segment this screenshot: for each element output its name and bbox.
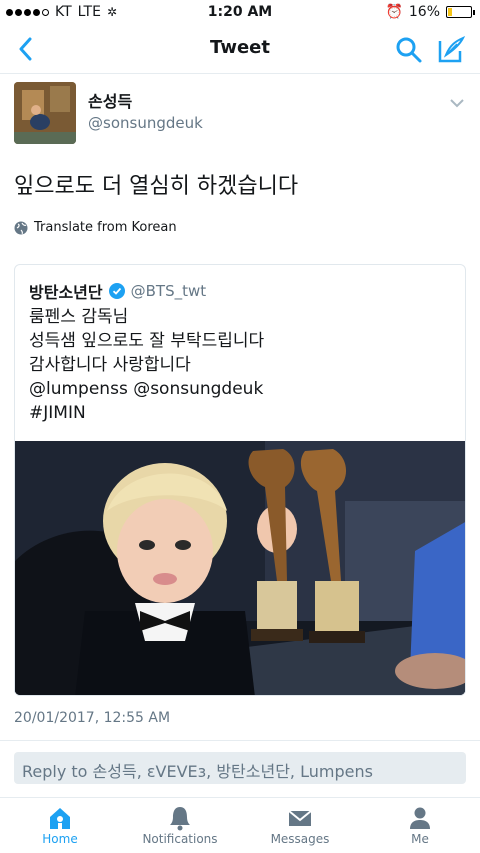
tweet-options-button[interactable] — [448, 94, 466, 112]
status-right: ⏰ 16% — [385, 4, 475, 20]
author-name[interactable]: 손성득 — [88, 88, 132, 112]
person-icon — [410, 807, 430, 829]
battery-fill — [448, 8, 452, 16]
translate-link[interactable]: Translate from Korean — [14, 220, 177, 235]
alarm-icon: ⏰ — [385, 4, 403, 20]
home-icon — [50, 808, 70, 829]
author-handle[interactable]: @sonsungdeuk — [88, 114, 203, 132]
tweet-author[interactable]: 손성득 @sonsungdeuk — [14, 82, 466, 146]
photo-illustration — [15, 441, 465, 695]
tweet-timestamp: 20/01/2017, 12:55 AM — [14, 710, 171, 726]
quoted-author-handle: @BTS_twt — [130, 282, 207, 300]
reply-input[interactable]: Reply to 손성득, εVEVEз, 방탄소년단, Lumpens — [14, 752, 466, 784]
quoted-line: 성득샘 잎으로도 잘 부탁드립니다 — [29, 331, 265, 351]
battery-icon — [446, 6, 475, 18]
tab-messages[interactable]: Messages — [240, 798, 360, 853]
quoted-line: @lumpenss @sonsungdeuk — [29, 379, 264, 399]
divider — [0, 740, 480, 741]
search-icon — [396, 37, 422, 63]
tab-label: Me — [411, 832, 429, 846]
tab-label: Messages — [270, 832, 330, 846]
verified-badge-icon — [108, 283, 125, 299]
nav-bar: Tweet — [0, 24, 480, 74]
quoted-author-name: 방탄소년단 — [29, 283, 103, 302]
quoted-tweet-header: 방탄소년단 @BTS_twt — [29, 279, 206, 303]
quoted-line: 룸펜스 감독님 — [29, 307, 129, 327]
tab-home[interactable]: Home — [0, 798, 120, 853]
chevron-down-icon — [450, 99, 464, 108]
search-button[interactable] — [394, 35, 424, 65]
tab-notifications[interactable]: Notifications — [120, 798, 240, 853]
avatar-photo — [14, 82, 76, 144]
quoted-tweet-text: 룸펜스 감독님 성득샘 잎으로도 잘 부탁드립니다 감사합니다 사랑합니다 @l… — [29, 305, 264, 425]
avatar[interactable] — [14, 82, 76, 144]
tab-label: Home — [42, 832, 78, 846]
compose-button[interactable] — [436, 35, 466, 65]
quoted-line: #JIMIN — [29, 403, 86, 423]
battery-percent: 16% — [408, 4, 440, 20]
translate-label: Translate from Korean — [34, 220, 177, 235]
tab-label: Notifications — [142, 832, 218, 846]
envelope-icon — [288, 810, 312, 826]
quoted-line: 감사합니다 사랑합니다 — [29, 355, 191, 375]
status-bar: KT LTE ✲ 1:20 AM ⏰ 16% — [0, 0, 480, 24]
quoted-tweet-photo[interactable] — [15, 441, 465, 695]
bell-icon — [170, 807, 190, 831]
tab-me[interactable]: Me — [360, 798, 480, 853]
compose-icon — [438, 36, 466, 63]
tweet-text: 잎으로도 더 열심히 하겠습니다 — [14, 174, 299, 199]
tab-bar: Home Notifications Messages Me — [0, 797, 480, 853]
globe-icon — [14, 221, 28, 234]
quoted-tweet[interactable]: 방탄소년단 @BTS_twt 룸펜스 감독님 성득샘 잎으로도 잘 부탁드립니다… — [14, 264, 466, 696]
